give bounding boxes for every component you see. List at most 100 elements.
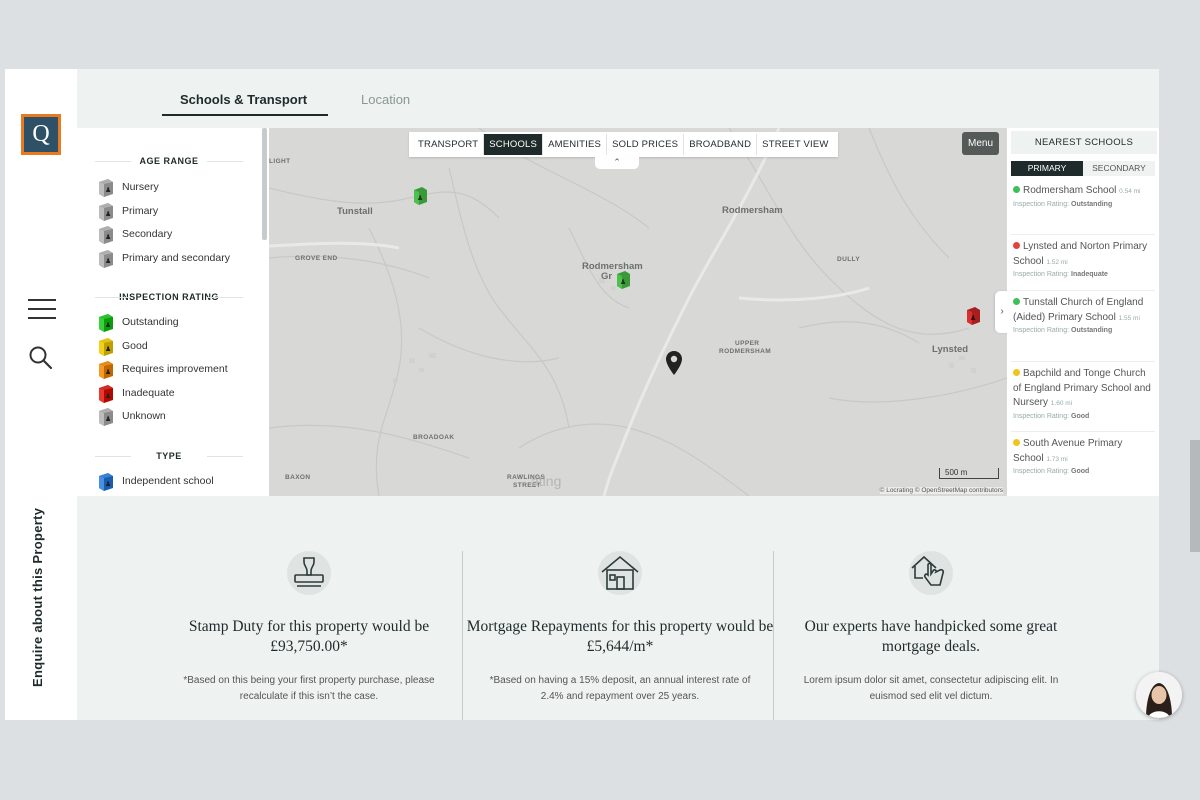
inspection-rating: Inspection Rating: Good	[1013, 467, 1153, 477]
property-location-pin[interactable]	[665, 350, 683, 376]
enquire-link[interactable]: Enquire about this Property	[30, 508, 45, 687]
place-baxon: BAXON	[285, 474, 311, 481]
school-building-icon: ♟	[97, 471, 115, 491]
school-list-item[interactable]: Lynsted and Norton Primary School 1.52 m…	[1013, 240, 1153, 280]
legend-rating-outstanding[interactable]: ♟ Outstanding	[97, 312, 179, 332]
school-building-icon: ♟	[97, 224, 115, 245]
legend-rating-unknown[interactable]: ♟ Unknown	[97, 406, 166, 427]
map-tool-amenities[interactable]: AMENITIES	[543, 134, 608, 155]
map-scale: 500 m	[939, 468, 999, 479]
map-roads	[269, 128, 1007, 496]
advisor-avatar-icon	[1136, 672, 1182, 718]
svg-text:♟: ♟	[105, 233, 111, 241]
school-building-icon: ♟	[97, 359, 115, 380]
chat-avatar[interactable]	[1136, 672, 1182, 718]
chevron-up-icon[interactable]: ⌃	[595, 157, 639, 169]
legend-type-independent-school[interactable]: ♟ Independent school	[97, 471, 214, 491]
logo[interactable]: Q	[21, 114, 61, 155]
inspection-rating-label: Inspection Rating:	[1013, 271, 1070, 278]
house-icon	[598, 551, 642, 595]
place-upper-rodmersham-2: RODMERSHAM	[719, 348, 772, 355]
finance-section: Stamp Duty for this property would be £9…	[77, 496, 1159, 720]
active-tab-indicator	[162, 114, 328, 116]
svg-text:♟: ♟	[620, 278, 626, 286]
tab-schools-transport[interactable]: Schools & Transport	[180, 92, 307, 107]
map-tool-sold-prices[interactable]: SOLD PRICES	[607, 134, 685, 155]
card-divider-2	[773, 551, 774, 720]
legend-age-nursery[interactable]: ♟ Nursery	[97, 177, 159, 197]
legend-age-primary-and-secondary[interactable]: ♟ Primary and secondary	[97, 248, 230, 268]
school-list-item[interactable]: Bapchild and Tonge Church of England Pri…	[1013, 367, 1153, 422]
page-frame: Q Enquire about this Property Schools & …	[5, 69, 1159, 720]
legend-age-secondary[interactable]: ♟ Secondary	[97, 224, 172, 245]
place-rodmersham: Rodmersham	[722, 205, 783, 216]
svg-text:♟: ♟	[105, 392, 111, 400]
legend-age-primary[interactable]: ♟ Primary	[97, 201, 158, 221]
legend-heading-type: TYPE	[95, 451, 243, 461]
svg-text:♟: ♟	[105, 480, 111, 488]
school-building-icon: ♟	[97, 406, 115, 427]
tabs-bar: Schools & Transport Location	[77, 69, 1159, 128]
legend-rating-good[interactable]: ♟ Good	[97, 336, 148, 356]
legend-heading-age-range: AGE RANGE	[95, 156, 243, 166]
school-building-icon: ♟	[97, 248, 115, 268]
map-tool-schools[interactable]: SCHOOLS	[484, 134, 544, 155]
mortgage-deals-title: Our experts have handpicked some great m…	[804, 618, 1058, 655]
legend-item-label: Primary and secondary	[122, 251, 230, 264]
school-list-item[interactable]: South Avenue Primary School 1.73 mi Inspe…	[1013, 437, 1153, 477]
tab-location[interactable]: Location	[361, 92, 410, 107]
school-marker-outstanding[interactable]: ♟	[412, 185, 428, 205]
map-tool-transport[interactable]: TRANSPORT	[413, 134, 485, 155]
chevron-right-icon[interactable]: ›	[995, 291, 1009, 333]
legend-item-label: Inadequate	[122, 386, 175, 399]
place-upper-rodmersham: UPPER	[735, 340, 760, 347]
school-building-icon: ♟	[97, 177, 115, 197]
legend-item-label: Outstanding	[122, 316, 179, 328]
inspection-rating: Inspection Rating: Inadequate	[1013, 270, 1153, 280]
search-icon[interactable]	[28, 345, 54, 371]
legend-rating-requires-improvement[interactable]: ♟ Requires improvement	[97, 359, 228, 380]
inspection-rating-value: Good	[1071, 468, 1090, 475]
svg-text:♟: ♟	[105, 415, 111, 423]
tab-primary[interactable]: PRIMARY	[1011, 161, 1083, 176]
tab-secondary[interactable]: SECONDARY	[1083, 161, 1155, 176]
place-tunstall: Tunstall	[337, 206, 373, 217]
legend-heading-inspection: INSPECTION RATING	[95, 292, 243, 302]
school-list-item[interactable]: Tunstall Church of England (Aided) Prima…	[1013, 296, 1153, 336]
school-separator	[1011, 290, 1155, 291]
school-separator	[1011, 234, 1155, 235]
school-list-item[interactable]: Rodmersham School 0.54 mi Inspection Rati…	[1013, 184, 1153, 210]
school-distance: 1.60 mi	[1050, 400, 1073, 407]
map-tool-broadband[interactable]: BROADBAND	[684, 134, 758, 155]
map[interactable]: LIGHT Tunstall GROVE END Rodmersham Rodm…	[269, 128, 1007, 496]
rating-dot-icon	[1013, 298, 1020, 305]
menu-icon[interactable]	[28, 299, 56, 319]
legend-item-label: Unknown	[122, 410, 166, 423]
card-divider	[462, 551, 463, 720]
map-watermark: ating	[531, 473, 562, 489]
left-rail: Q Enquire about this Property	[5, 69, 77, 720]
map-tool-street-view[interactable]: STREET VIEW	[757, 134, 833, 155]
inspection-rating: Inspection Rating: Outstanding	[1013, 326, 1153, 336]
school-marker-inadequate[interactable]: ♟	[965, 305, 981, 325]
inspection-rating-label: Inspection Rating:	[1013, 327, 1070, 334]
place-grove-end: GROVE END	[295, 255, 338, 262]
inspection-rating-value: Inadequate	[1071, 271, 1108, 278]
school-name: Rodmersham School	[1023, 185, 1117, 196]
school-separator	[1011, 431, 1155, 432]
house-hand-icon	[909, 551, 953, 595]
school-separator	[1011, 361, 1155, 362]
map-legend: AGE RANGE ♟ Nursery ♟ Primary ♟ Secondary ♟ Pri…	[77, 128, 267, 496]
legend-rating-inadequate[interactable]: ♟ Inadequate	[97, 383, 175, 403]
mortgage-repayments-title: Mortgage Repayments for this property wo…	[466, 618, 774, 655]
school-marker-outstanding-2[interactable]: ♟	[615, 269, 631, 289]
inspection-rating-value: Outstanding	[1071, 200, 1113, 208]
stamp-icon	[287, 551, 331, 595]
svg-text:♟: ♟	[105, 321, 111, 329]
school-building-icon: ♟	[97, 383, 115, 403]
map-menu-button[interactable]: Menu	[962, 132, 999, 155]
stamp-duty-title: Stamp Duty for this property would be £9…	[188, 618, 430, 655]
page-scrollbar[interactable]	[1190, 440, 1200, 552]
legend-scrollbar[interactable]	[262, 128, 267, 240]
inspection-rating-label: Inspection Rating:	[1013, 412, 1070, 420]
